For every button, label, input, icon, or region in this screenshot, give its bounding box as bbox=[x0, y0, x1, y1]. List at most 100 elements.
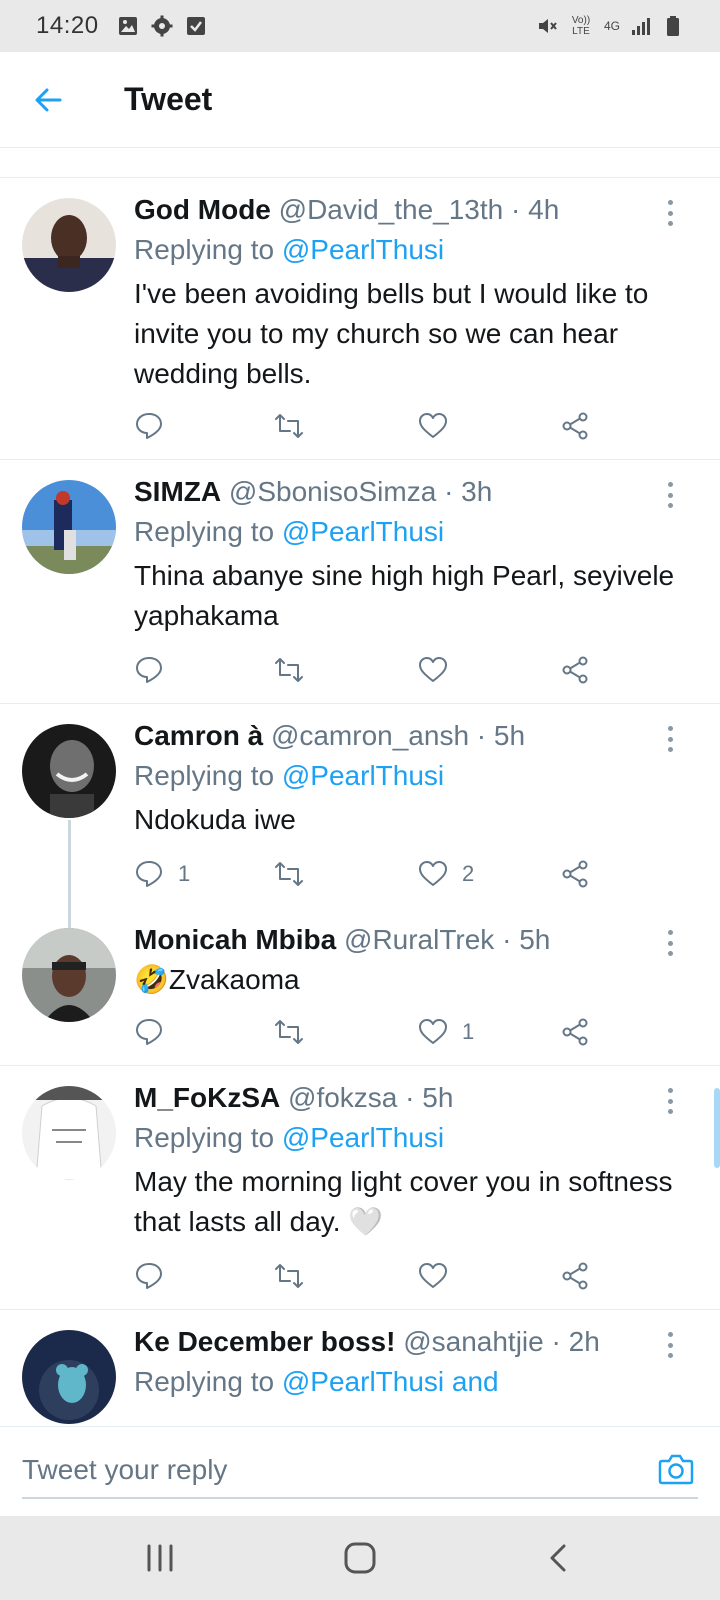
retweet-button[interactable] bbox=[274, 650, 304, 690]
tweet-author-handle[interactable]: @fokzsa bbox=[288, 1082, 397, 1113]
retweet-button[interactable] bbox=[274, 1012, 304, 1052]
tweet-actions bbox=[134, 650, 614, 690]
tweet-time: · 5h bbox=[476, 720, 526, 751]
tweet-author-handle[interactable]: @sanahtjie bbox=[403, 1326, 544, 1357]
avatar[interactable] bbox=[22, 480, 116, 574]
back-button[interactable] bbox=[20, 72, 76, 128]
tweet[interactable]: Monicah Mbiba @RuralTrek · 5h 🤣Zvakaoma … bbox=[0, 908, 720, 1066]
reply-icon bbox=[136, 1263, 162, 1289]
replies-feed[interactable]: God Mode @David_the_13th · 4h Replying t… bbox=[0, 148, 720, 1426]
status-time: 14:20 bbox=[36, 12, 99, 39]
share-button[interactable] bbox=[560, 406, 590, 446]
heart-icon[interactable] bbox=[420, 148, 450, 152]
tweet[interactable]: M_FoKzSA @fokzsa · 5h Replying to @Pearl… bbox=[0, 1066, 720, 1310]
reply-button[interactable] bbox=[134, 650, 178, 690]
retweet-icon bbox=[275, 658, 303, 682]
emoji: 🤣 bbox=[134, 964, 169, 995]
avatar-photo bbox=[22, 1086, 116, 1180]
avatar-photo bbox=[22, 724, 116, 818]
image-icon bbox=[118, 17, 137, 35]
retweet-button[interactable] bbox=[274, 854, 304, 894]
share-button[interactable] bbox=[560, 650, 590, 690]
tweet-time: · 2h bbox=[551, 1326, 600, 1357]
avatar[interactable] bbox=[22, 724, 116, 818]
tweet[interactable]: God Mode @David_the_13th · 4h Replying t… bbox=[0, 178, 720, 460]
tweet-author-name[interactable]: SIMZA bbox=[134, 476, 221, 507]
mention-link[interactable]: @PearlThusi bbox=[282, 1122, 444, 1153]
share-icon bbox=[562, 1018, 588, 1046]
retweet-button[interactable] bbox=[274, 406, 304, 446]
tweet-text: May the morning light cover you in softn… bbox=[134, 1166, 673, 1237]
tweet[interactable]: SIMZA @SbonisoSimza · 3h Replying to @Pe… bbox=[0, 460, 720, 704]
emoji: 🤍 bbox=[348, 1206, 384, 1237]
back-nav-icon[interactable] bbox=[540, 1540, 580, 1576]
heart-icon bbox=[419, 1263, 447, 1288]
reply-icon[interactable] bbox=[136, 148, 166, 152]
gear-icon bbox=[151, 15, 173, 37]
like-button[interactable]: 1 bbox=[418, 1012, 474, 1052]
reply-button[interactable] bbox=[134, 1012, 178, 1052]
avatar[interactable] bbox=[22, 1330, 116, 1424]
mention-link[interactable]: @PearlThusi and bbox=[282, 1366, 499, 1397]
tweet-time: · 5h bbox=[405, 1082, 454, 1113]
camera-icon[interactable] bbox=[656, 1449, 696, 1489]
avatar[interactable] bbox=[22, 1086, 116, 1180]
tweet-author-name[interactable]: Ke December boss! bbox=[134, 1326, 395, 1357]
avatar[interactable] bbox=[22, 198, 116, 292]
mention-link[interactable]: @PearlThusi bbox=[282, 516, 444, 547]
reply-icon bbox=[136, 657, 162, 683]
share-icon bbox=[562, 860, 588, 888]
tweet-time: · 3h bbox=[444, 476, 493, 507]
tweet-author-handle[interactable]: @SbonisoSimza bbox=[229, 476, 436, 507]
tweet-author-name[interactable]: M_FoKzSA bbox=[134, 1082, 280, 1113]
share-icon bbox=[562, 412, 588, 440]
scrollbar-thumb[interactable] bbox=[714, 1088, 720, 1168]
tweet-author-name[interactable]: Camron à bbox=[134, 720, 263, 751]
retweet-icon bbox=[275, 862, 303, 886]
reply-bar bbox=[0, 1426, 720, 1516]
mention-link[interactable]: @PearlThusi bbox=[282, 760, 444, 791]
mute-icon bbox=[538, 19, 557, 33]
tweet-actions: 1 bbox=[134, 1012, 614, 1052]
tweet-author-handle[interactable]: @David_the_13th bbox=[279, 194, 504, 225]
tweet-author-name[interactable]: God Mode bbox=[134, 194, 271, 225]
retweet-icon[interactable] bbox=[276, 148, 306, 152]
like-button[interactable]: 2 bbox=[418, 854, 474, 894]
checkbox-icon bbox=[186, 17, 205, 35]
tweet[interactable]: Ke December boss! @sanahtjie · 2h Replyi… bbox=[0, 1310, 720, 1426]
reply-button[interactable] bbox=[134, 1256, 178, 1296]
battery-icon bbox=[667, 16, 679, 36]
share-button[interactable] bbox=[560, 854, 590, 894]
status-bar: 14:20 Vo)) LTE 4G bbox=[0, 0, 720, 52]
avatar[interactable] bbox=[22, 928, 116, 1022]
like-button[interactable] bbox=[418, 1256, 462, 1296]
tweet-author-name[interactable]: Monicah Mbiba bbox=[134, 924, 336, 955]
reply-input[interactable] bbox=[22, 1443, 698, 1499]
share-button[interactable] bbox=[560, 1256, 590, 1296]
replying-label: Replying to bbox=[134, 234, 275, 265]
tweet-author-handle[interactable]: @RuralTrek bbox=[344, 924, 494, 955]
retweet-icon bbox=[275, 414, 303, 438]
volte-icon: Vo)) LTE bbox=[571, 15, 591, 37]
home-icon[interactable] bbox=[340, 1540, 380, 1576]
retweet-button[interactable] bbox=[274, 1256, 304, 1296]
mention-link[interactable]: @PearlThusi bbox=[282, 234, 444, 265]
heart-icon bbox=[419, 1019, 447, 1044]
share-button[interactable] bbox=[560, 1012, 590, 1052]
recent-apps-icon[interactable] bbox=[140, 1540, 180, 1576]
system-navigation-bar bbox=[0, 1516, 720, 1600]
heart-icon bbox=[419, 861, 447, 886]
like-button[interactable] bbox=[418, 650, 462, 690]
reply-icon bbox=[136, 413, 162, 439]
reply-button[interactable] bbox=[134, 406, 178, 446]
avatar-photo bbox=[22, 198, 116, 292]
replying-label: Replying to bbox=[134, 1366, 275, 1397]
tweet[interactable]: Camron à @camron_ansh · 5h Replying to @… bbox=[0, 704, 720, 928]
like-button[interactable] bbox=[418, 406, 462, 446]
tweet-author-handle[interactable]: @camron_ansh bbox=[271, 720, 469, 751]
reply-button[interactable]: 1 bbox=[134, 854, 190, 894]
share-icon[interactable] bbox=[564, 148, 594, 152]
tweet-text: I've been avoiding bells but I would lik… bbox=[134, 278, 649, 389]
avatar-photo bbox=[22, 480, 116, 574]
tweet-text: Thina abanye sine high high Pearl, seyiv… bbox=[134, 560, 675, 631]
